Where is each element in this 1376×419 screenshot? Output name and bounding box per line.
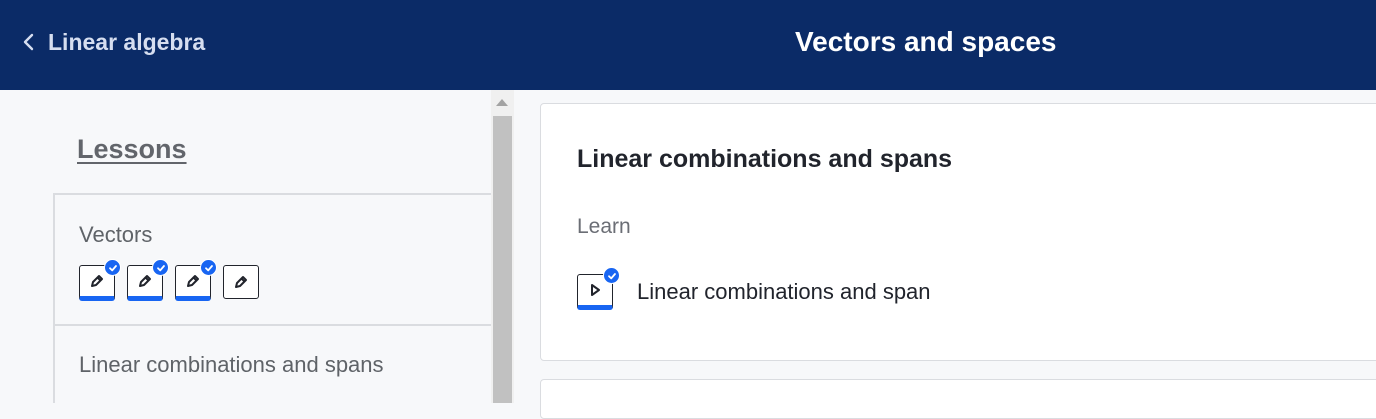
- check-badge-icon: [200, 259, 217, 276]
- check-badge-icon: [152, 259, 169, 276]
- pencil-icon: [91, 275, 103, 287]
- lesson-title: Linear combinations and spans: [79, 352, 384, 377]
- back-link-label: Linear algebra: [48, 28, 206, 55]
- main-content: Linear combinations and spans Learn Line…: [514, 90, 1376, 419]
- check-badge-icon: [603, 267, 620, 284]
- lesson-title: Vectors: [79, 222, 153, 247]
- chevron-left-icon: [23, 33, 34, 51]
- video-play-icon: [577, 267, 620, 310]
- content-item-label: Linear combinations and span: [637, 279, 931, 304]
- pencil-icon: [139, 275, 151, 287]
- back-link[interactable]: Linear algebra: [22, 28, 205, 56]
- skill-button[interactable]: [79, 259, 121, 301]
- lesson-card: Linear combinations and spans Learn Line…: [540, 103, 1376, 361]
- scroll-thumb[interactable]: [493, 116, 512, 403]
- sidebar: Lessons Vectors Linear combinations and …: [0, 90, 514, 403]
- page-title: Vectors and spaces: [795, 26, 1057, 57]
- check-badge-icon: [104, 259, 121, 276]
- skill-button[interactable]: [223, 265, 259, 299]
- lessons-heading[interactable]: Lessons: [77, 134, 187, 165]
- card-section-label: Learn: [577, 215, 631, 238]
- skill-list: [79, 259, 259, 301]
- card-title: Linear combinations and spans: [577, 145, 953, 173]
- sidebar-scrollbar[interactable]: [491, 90, 514, 403]
- lesson-item-vectors[interactable]: Vectors: [55, 195, 493, 326]
- content-item-video[interactable]: Linear combinations and span: [577, 267, 931, 312]
- scroll-up-arrow-icon[interactable]: [496, 99, 508, 106]
- lesson-list: Vectors Linear combinations and spans: [53, 193, 493, 403]
- pencil-icon: [235, 276, 247, 288]
- next-card: [540, 379, 1376, 419]
- skill-button[interactable]: [127, 259, 169, 301]
- skill-button[interactable]: [175, 259, 217, 301]
- top-bar: Linear algebra Vectors and spaces: [0, 0, 1376, 90]
- pencil-icon: [187, 275, 199, 287]
